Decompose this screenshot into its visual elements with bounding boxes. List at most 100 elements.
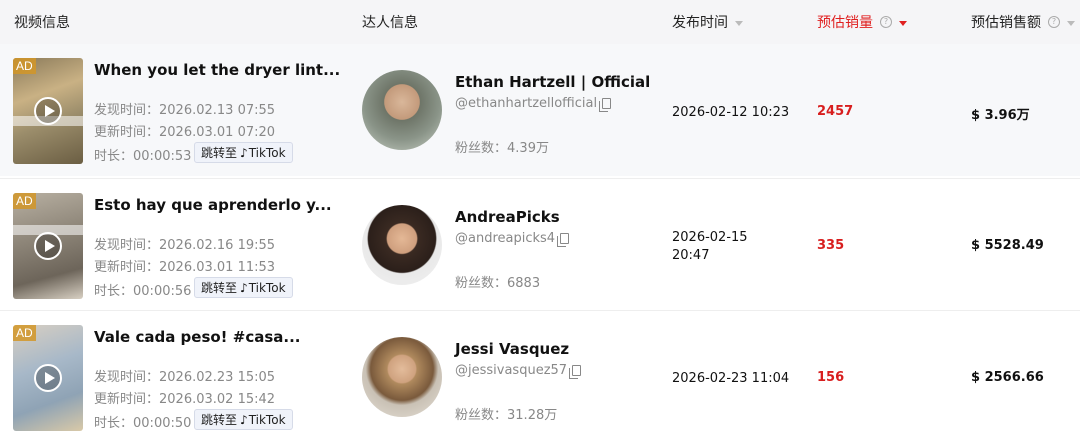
- fan-count-label: 粉丝数：: [455, 141, 508, 156]
- ad-badge: AD: [13, 325, 36, 341]
- creator-name[interactable]: AndreaPicks: [455, 208, 560, 226]
- jump-to-tiktok-button[interactable]: 跳转至 ♪ TikTok: [194, 409, 293, 430]
- publish-time: 2026-02-12 10:23: [672, 105, 790, 120]
- copy-icon[interactable]: [569, 365, 582, 379]
- publish-clock: 20:47: [672, 248, 710, 263]
- fan-count: 粉丝数：6883: [455, 272, 540, 291]
- play-icon[interactable]: [34, 364, 62, 392]
- column-header-publish-time-label: 发布时间: [672, 15, 728, 31]
- video-thumbnail[interactable]: AD: [13, 193, 83, 299]
- found-time-value: 2026.02.16 19:55: [159, 238, 276, 253]
- publish-time: 2026-02-23 11:04: [672, 371, 790, 386]
- estimated-gmv: $ 2566.66: [971, 370, 1044, 385]
- column-header-est-gmv-label: 预估销售额: [971, 15, 1041, 31]
- column-header-est-sales[interactable]: 预估销量 ?: [817, 0, 907, 44]
- publish-date: 2026-02-15: [672, 230, 748, 245]
- found-time-label: 发现时间：: [94, 103, 160, 118]
- found-time: 发现时间：2026.02.16 19:55: [94, 234, 275, 253]
- jump-to-label: 跳转至: [201, 413, 238, 427]
- found-time-value: 2026.02.23 15:05: [159, 370, 276, 385]
- ad-badge: AD: [13, 58, 36, 74]
- video-title[interactable]: Vale cada peso! #casa...: [94, 328, 300, 346]
- column-header-video-info: 视频信息: [14, 0, 70, 44]
- help-icon[interactable]: ?: [1048, 16, 1060, 28]
- creator-handle: @andreapicks4: [455, 231, 570, 247]
- updated-time-value: 2026.03.01 07:20: [159, 125, 276, 140]
- tiktok-label: TikTok: [248, 412, 286, 427]
- found-time-value: 2026.02.13 07:55: [159, 103, 276, 118]
- sort-down-icon[interactable]: [1067, 20, 1075, 26]
- jump-to-tiktok-button[interactable]: 跳转至 ♪ TikTok: [194, 142, 293, 163]
- fan-count-value: 4.39万: [507, 141, 549, 156]
- fan-count-value: 6883: [507, 276, 541, 291]
- estimated-gmv: $ 3.96万: [971, 108, 1030, 123]
- updated-time-value: 2026.03.02 15:42: [159, 392, 276, 407]
- fan-count-label: 粉丝数：: [455, 276, 508, 291]
- creator-handle-text: @jessivasquez57: [455, 363, 568, 378]
- creator-handle-text: @andreapicks4: [455, 231, 556, 246]
- jump-to-label: 跳转至: [201, 146, 238, 160]
- creator-handle-text: @ethanhartzellofficial: [455, 96, 598, 111]
- play-icon[interactable]: [34, 232, 62, 260]
- tiktok-label: TikTok: [248, 145, 286, 160]
- updated-time: 更新时间：2026.03.01 11:53: [94, 256, 275, 275]
- duration-value: 00:00:53: [133, 149, 192, 164]
- tiktok-icon: ♪: [240, 412, 248, 427]
- creator-name[interactable]: Jessi Vasquez: [455, 340, 569, 358]
- video-thumbnail[interactable]: AD: [13, 325, 83, 431]
- duration-value: 00:00:50: [133, 416, 192, 431]
- column-header-est-sales-label: 预估销量: [817, 15, 873, 31]
- tiktok-icon: ♪: [240, 280, 248, 295]
- estimated-gmv: $ 5528.49: [971, 238, 1044, 253]
- creator-handle: @ethanhartzellofficial: [455, 96, 612, 112]
- duration-value: 00:00:56: [133, 284, 192, 299]
- copy-icon[interactable]: [599, 98, 612, 112]
- jump-to-label: 跳转至: [201, 281, 238, 295]
- avatar[interactable]: [362, 205, 442, 285]
- estimated-sales: 335: [817, 238, 845, 253]
- column-header-creator-info: 达人信息: [362, 0, 418, 44]
- tiktok-label: TikTok: [248, 280, 286, 295]
- table-row[interactable]: AD When you let the dryer lint... 发现时间：2…: [0, 44, 1080, 176]
- jump-to-tiktok-button[interactable]: 跳转至 ♪ TikTok: [194, 277, 293, 298]
- fan-count: 粉丝数：31.28万: [455, 404, 557, 423]
- updated-time: 更新时间：2026.03.02 15:42: [94, 388, 275, 407]
- publish-time: 2026-02-15 20:47: [672, 229, 748, 265]
- estimated-sales: 156: [817, 370, 845, 385]
- column-header-creator-info-label: 达人信息: [362, 15, 418, 31]
- estimated-sales: 2457: [817, 104, 854, 119]
- updated-time-value: 2026.03.01 11:53: [159, 260, 276, 275]
- column-header-video-info-label: 视频信息: [14, 15, 70, 31]
- sort-down-icon[interactable]: [735, 20, 743, 26]
- updated-time-label: 更新时间：: [94, 125, 160, 140]
- column-header-est-gmv[interactable]: 预估销售额 ?: [971, 0, 1075, 44]
- found-time: 发现时间：2026.02.13 07:55: [94, 99, 275, 118]
- duration: 时长：00:00:50: [94, 412, 191, 431]
- duration-label: 时长：: [94, 149, 134, 164]
- table-row[interactable]: AD Vale cada peso! #casa... 发现时间：2026.02…: [0, 310, 1080, 442]
- duration-label: 时长：: [94, 284, 134, 299]
- video-title[interactable]: When you let the dryer lint...: [94, 61, 340, 79]
- fan-count: 粉丝数：4.39万: [455, 137, 549, 156]
- updated-time-label: 更新时间：: [94, 392, 160, 407]
- creator-handle: @jessivasquez57: [455, 363, 582, 379]
- duration: 时长：00:00:56: [94, 280, 191, 299]
- play-icon[interactable]: [34, 97, 62, 125]
- found-time-label: 发现时间：: [94, 238, 160, 253]
- video-thumbnail[interactable]: AD: [13, 58, 83, 164]
- fan-count-value: 31.28万: [507, 408, 558, 423]
- avatar[interactable]: [362, 337, 442, 417]
- video-title[interactable]: Esto hay que aprenderlo y...: [94, 196, 332, 214]
- creator-name[interactable]: Ethan Hartzell | Official: [455, 73, 650, 91]
- help-icon[interactable]: ?: [880, 16, 892, 28]
- duration: 时长：00:00:53: [94, 145, 191, 164]
- duration-label: 时长：: [94, 416, 134, 431]
- tiktok-icon: ♪: [240, 145, 248, 160]
- avatar[interactable]: [362, 70, 442, 150]
- table-row[interactable]: AD Esto hay que aprenderlo y... 发现时间：202…: [0, 178, 1080, 310]
- copy-icon[interactable]: [557, 233, 570, 247]
- updated-time: 更新时间：2026.03.01 07:20: [94, 121, 275, 140]
- found-time-label: 发现时间：: [94, 370, 160, 385]
- column-header-publish-time[interactable]: 发布时间: [672, 0, 743, 44]
- sort-down-icon[interactable]: [899, 20, 907, 26]
